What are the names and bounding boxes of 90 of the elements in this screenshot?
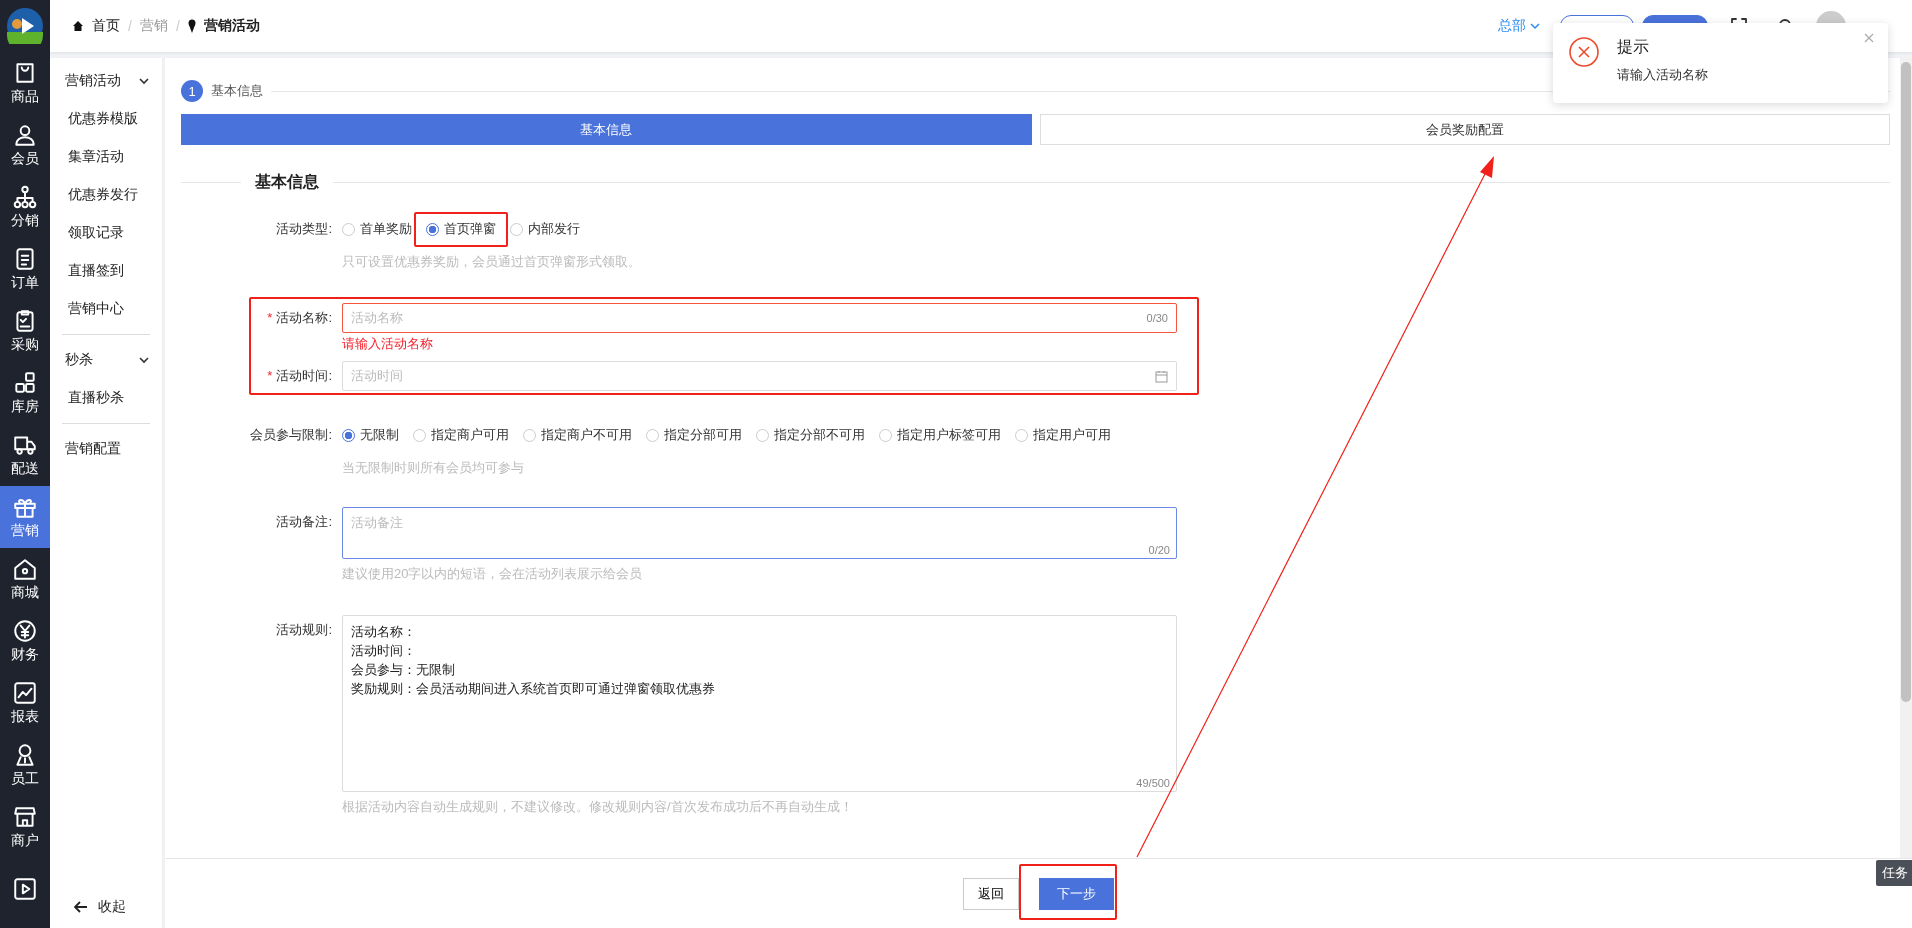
nav-item[interactable]: 财务 <box>0 610 50 672</box>
cone-icon <box>187 19 196 33</box>
chevron-icon <box>138 75 150 87</box>
menu-item[interactable]: 领取记录 <box>50 214 162 252</box>
radio-option[interactable]: 指定商户不可用 <box>523 426 632 444</box>
breadcrumb-item: 营销活动 <box>203 17 260 35</box>
next-button[interactable]: 下一步 <box>1039 877 1114 910</box>
scrollbar[interactable] <box>1900 58 1912 858</box>
tab[interactable]: 会员奖励配置 <box>1039 114 1890 145</box>
hint-text: 根据活动内容自动生成规则，不建议修改。修改规则内容/首次发布成功后不再自动生成！ <box>342 798 854 816</box>
breadcrumb-separator: / <box>175 18 180 34</box>
input-field[interactable]: 活动名称 0/30 <box>342 303 1177 333</box>
yen-icon <box>12 618 38 644</box>
toast-message: 请输入活动名称 <box>1617 66 1708 84</box>
nav-item[interactable]: 商城 <box>0 548 50 610</box>
field-label: 活动名称: <box>276 310 332 325</box>
hint-text: 当无限制时则所有会员均可参与 <box>342 459 525 477</box>
house-icon <box>12 556 38 582</box>
section-title: 基本信息 <box>254 171 320 192</box>
menu-item[interactable]: 集章活动 <box>50 138 162 176</box>
menu-item[interactable]: 直播秒杀 <box>50 379 162 417</box>
menu-item[interactable]: 优惠券发行 <box>50 176 162 214</box>
rule-line: 活动名称： <box>351 623 417 641</box>
radio-option[interactable]: 无限制 <box>342 426 399 444</box>
step-number: 1 <box>181 80 203 102</box>
arrow-left-icon <box>74 900 88 914</box>
menu-item[interactable]: 优惠券模版 <box>50 100 162 138</box>
tab[interactable]: 基本信息 <box>181 114 1032 145</box>
nav-item[interactable]: 商户 <box>0 796 50 858</box>
nav-item[interactable]: 商品 <box>0 52 50 114</box>
menu-item[interactable]: 直播签到 <box>50 252 162 290</box>
radio-option[interactable]: 指定分部可用 <box>646 426 742 444</box>
collapse-button[interactable]: 收起 <box>50 898 162 928</box>
grid-icon <box>12 370 38 396</box>
nav-item[interactable]: 订单 <box>0 238 50 300</box>
breadcrumb-separator: / <box>128 18 132 34</box>
chevron-icon <box>1530 21 1540 31</box>
nav-item[interactable]: 配送 <box>0 424 50 486</box>
menu-item[interactable]: 营销配置 <box>50 430 162 468</box>
toast-title: 提示 <box>1617 37 1650 57</box>
rule-line: 活动时间： <box>351 642 417 660</box>
required-mark: * <box>267 310 273 325</box>
rule-line: 奖励规则：会员活动期间进入系统首页即可通过弹窗领取优惠券 <box>351 680 716 698</box>
radio-option[interactable]: 指定商户可用 <box>413 426 509 444</box>
radio-option[interactable]: 内部发行 <box>510 220 580 238</box>
required-mark: * <box>267 368 273 383</box>
person-icon <box>12 122 38 148</box>
radio-option[interactable]: 指定用户标签可用 <box>879 426 1001 444</box>
field-label: 活动时间: <box>276 368 332 383</box>
field-label: 会员参与限制: <box>250 427 332 442</box>
field-label: 活动规则: <box>276 622 332 637</box>
calendar-icon <box>1155 369 1168 383</box>
back-button[interactable]: 返回 <box>963 877 1019 910</box>
nav-item[interactable]: 员工 <box>0 734 50 796</box>
breadcrumb-item[interactable]: 首页 <box>92 17 120 35</box>
hint-text: 建议使用20字以内的短语，会在活动列表展示给会员 <box>342 565 644 583</box>
nav-item[interactable]: 采购 <box>0 300 50 362</box>
nav-item[interactable]: 营销 <box>0 486 50 548</box>
radio-button[interactable] <box>342 428 355 442</box>
textarea-field[interactable]: 活动备注 0/20 <box>342 507 1177 559</box>
nav-item[interactable]: 库房 <box>0 362 50 424</box>
step-label: 基本信息 <box>211 82 263 100</box>
rule-line: 会员参与：无限制 <box>351 661 456 679</box>
radio-option[interactable]: 首页弹窗 <box>426 220 496 238</box>
radio-button[interactable] <box>426 222 439 236</box>
textarea-field[interactable]: 活动名称： 活动时间： 会员参与：无限制 奖励规则：会员活动期间进入系统首页即可通过弹窗领取优惠券 49/500 <box>342 615 1177 792</box>
error-message: 请输入活动名称 <box>342 335 434 353</box>
hint-text: 只可设置优惠券奖励，会员通过首页弹窗形式领取。 <box>342 253 642 271</box>
radio-option[interactable]: 首单奖励 <box>342 220 412 238</box>
org-dropdown[interactable]: 总部 <box>1498 17 1540 35</box>
task-tab[interactable]: 任务 <box>1876 860 1912 886</box>
nav-item[interactable]: 会员 <box>0 114 50 176</box>
home-icon <box>72 20 84 32</box>
chevron-icon <box>138 354 150 366</box>
close-icon[interactable] <box>1864 33 1874 43</box>
store-icon <box>12 804 38 830</box>
radio-option[interactable]: 指定用户可用 <box>1015 426 1111 444</box>
field-label: 活动类型: <box>276 221 332 236</box>
radio-option[interactable]: 指定分部不可用 <box>756 426 865 444</box>
menu-group[interactable]: 秒杀 <box>50 341 162 379</box>
chart-icon <box>12 680 38 706</box>
nav-item[interactable]: 报表 <box>0 672 50 734</box>
menu-group[interactable]: 营销活动 <box>50 62 162 100</box>
error-icon <box>1569 37 1599 67</box>
play-icon <box>12 876 38 902</box>
network-icon <box>12 184 38 210</box>
logo-icon <box>7 8 43 44</box>
menu-item[interactable]: 营销中心 <box>50 290 162 328</box>
nav-item[interactable]: 分销 <box>0 176 50 238</box>
field-label: 活动备注: <box>276 514 332 529</box>
